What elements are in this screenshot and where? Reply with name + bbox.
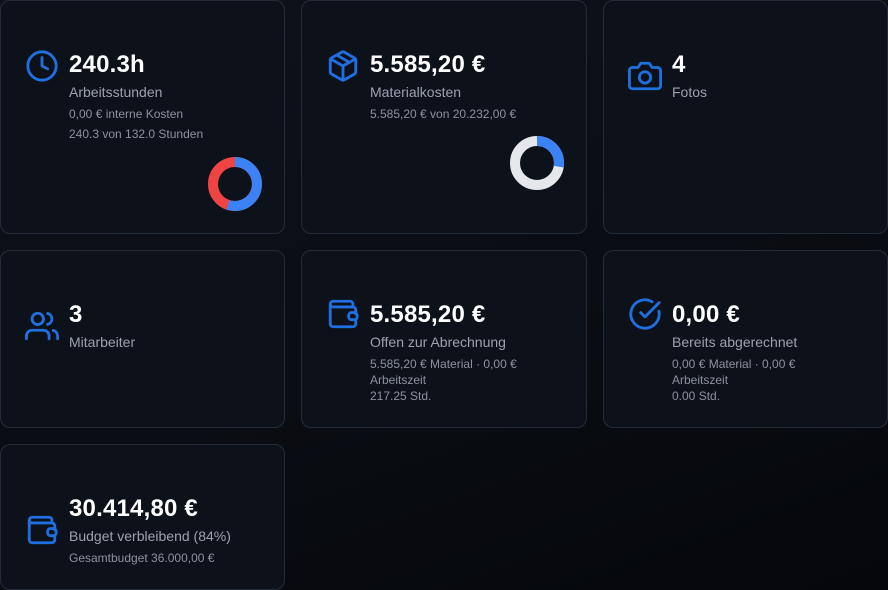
card-staff[interactable]: 3 Mitarbeiter	[0, 250, 285, 428]
billed-value: 0,00 €	[672, 301, 740, 328]
clock-icon	[25, 49, 59, 83]
hours-internal-cost: 0,00 € interne Kosten	[69, 107, 184, 121]
hours-progress-text: 240.3 von 132.0 Stunden	[69, 127, 204, 141]
wallet-icon	[25, 513, 59, 547]
hours-donut-chart	[208, 157, 262, 211]
card-billed: 0,00 € Bereits abgerechnet 0,00 € Materi…	[603, 250, 888, 428]
check-circle-icon	[628, 297, 662, 331]
open-billing-label: Offen zur Abrechnung	[370, 334, 506, 350]
budget-total: Gesamtbudget 36.000,00 €	[69, 551, 215, 565]
budget-remaining-value: 30.414,80 €	[69, 495, 198, 522]
card-hours: 240.3h Arbeitsstunden 0,00 € interne Kos…	[0, 0, 285, 234]
material-value: 5.585,20 €	[370, 51, 486, 78]
card-photos[interactable]: 4 Fotos	[603, 0, 888, 234]
open-billing-breakdown: 5.585,20 € Material · 0,00 € Arbeitszeit	[370, 357, 517, 387]
billed-hours: 0.00 Std.	[672, 389, 721, 403]
wallet-icon	[326, 297, 360, 331]
budget-remaining-label: Budget verbleibend (84%)	[69, 528, 231, 544]
hours-value: 240.3h	[69, 51, 145, 78]
card-material: 5.585,20 € Materialkosten 5.585,20 € von…	[301, 0, 587, 234]
material-progress-text: 5.585,20 € von 20.232,00 €	[370, 107, 517, 121]
material-donut-chart	[510, 136, 564, 190]
hours-label: Arbeitsstunden	[69, 84, 163, 100]
package-icon	[326, 49, 360, 83]
photos-count: 4	[672, 51, 686, 78]
billed-breakdown: 0,00 € Material · 0,00 € Arbeitszeit	[672, 357, 796, 387]
staff-label: Mitarbeiter	[69, 334, 136, 350]
open-billing-hours: 217.25 Std.	[370, 389, 432, 403]
camera-icon	[628, 59, 662, 93]
card-open-billing: 5.585,20 € Offen zur Abrechnung 5.585,20…	[301, 250, 587, 428]
material-label: Materialkosten	[370, 84, 462, 100]
open-billing-value: 5.585,20 €	[370, 301, 486, 328]
billed-label: Bereits abgerechnet	[672, 334, 798, 350]
photos-label: Fotos	[672, 84, 708, 100]
users-icon	[25, 309, 59, 343]
card-budget: 30.414,80 € Budget verbleibend (84%) Ges…	[0, 444, 285, 590]
staff-count: 3	[69, 301, 83, 328]
